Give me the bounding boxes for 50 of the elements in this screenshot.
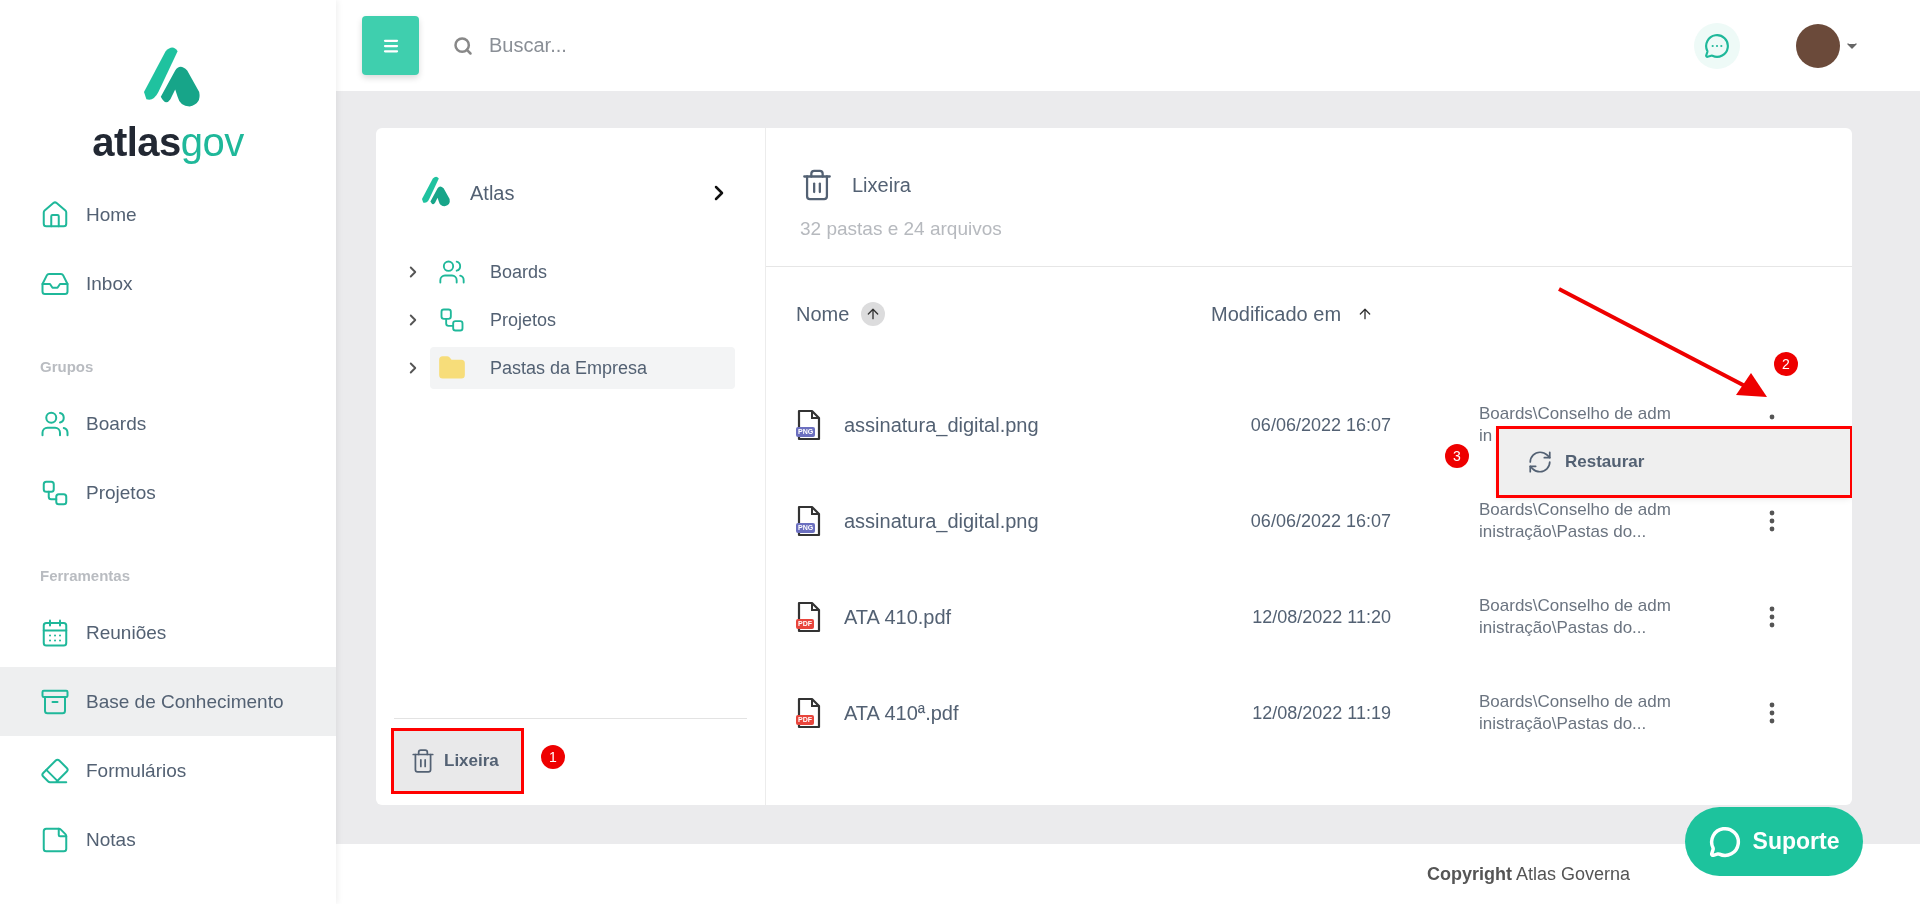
more-icon [1768, 606, 1775, 628]
sort-header[interactable]: Modificado em [1211, 302, 1479, 326]
workspace-name: Atlas [470, 181, 516, 205]
modified-date: 06/06/2022 16:07 [1249, 510, 1391, 532]
tree-item[interactable]: Pastas da Empresa [430, 347, 735, 389]
section-header: Grupos [39, 357, 95, 377]
speech-bubble-icon [1708, 825, 1741, 858]
folder-icon [438, 354, 466, 382]
modified-date: 12/08/2022 11:19 [1251, 702, 1391, 724]
search-icon [453, 35, 473, 56]
file-location: Boards\Conselho de adm inistração\Pastas do... [1479, 691, 1672, 735]
sidebar-item[interactable]: Formulários [0, 736, 336, 805]
sort-header[interactable]: Nome [796, 302, 1211, 326]
refresh-icon [1527, 449, 1553, 475]
trash-icon [410, 748, 436, 774]
file-location: Boards\Conselho de adm inistração\Pastas do... [1479, 499, 1672, 543]
file-name[interactable]: ATA 410.pdf [844, 605, 952, 629]
sidebar-item[interactable]: Base de Conhecimento [0, 667, 336, 736]
logo-text: atlasgov [92, 122, 244, 162]
more-icon [1768, 510, 1775, 532]
file-location: Boards\Conselho de adm in [1479, 403, 1672, 447]
folder-summary: 32 pastas e 24 arquivos [800, 218, 1003, 240]
more-icon [1768, 702, 1775, 724]
modified-date: 12/08/2022 11:20 [1251, 606, 1391, 628]
hierarchy-icon [438, 306, 466, 334]
trash-icon [800, 168, 834, 202]
tree-item[interactable]: Boards [430, 251, 735, 293]
file-name[interactable]: assinatura_digital.png [844, 413, 1039, 437]
more-icon [1768, 414, 1775, 420]
chat-bubble-icon [1704, 32, 1730, 59]
users-icon [438, 258, 466, 286]
modified-date: 06/06/2022 16:07 [1249, 414, 1391, 436]
sidebar-item[interactable]: Projetos [0, 458, 336, 527]
tree-item[interactable]: Projetos [430, 299, 735, 341]
sidebar-item[interactable]: Reuniões [0, 598, 336, 667]
copyright-text: Copyright Atlas Governa [1426, 863, 1630, 885]
sidebar-item[interactable]: Home [0, 180, 336, 249]
trash-button[interactable]: Lixeira [394, 731, 521, 791]
file-name[interactable]: assinatura_digital.png [844, 509, 1039, 533]
file-name[interactable]: ATA 410ª.pdf [844, 701, 959, 725]
sidebar-item[interactable]: Boards [0, 389, 336, 458]
folder-title: Lixeira [852, 173, 911, 197]
file-location: Boards\Conselho de adm inistração\Pastas do... [1479, 595, 1672, 639]
section-header: Ferramentas [39, 566, 132, 586]
sidebar-item[interactable]: Notas [0, 805, 336, 874]
calendar-icon [40, 617, 70, 648]
sidebar-item[interactable]: Inbox [0, 249, 336, 318]
avatar[interactable] [1796, 23, 1840, 68]
home-icon [40, 199, 70, 230]
restore-menu-item[interactable]: Restaurar [1521, 448, 1651, 476]
